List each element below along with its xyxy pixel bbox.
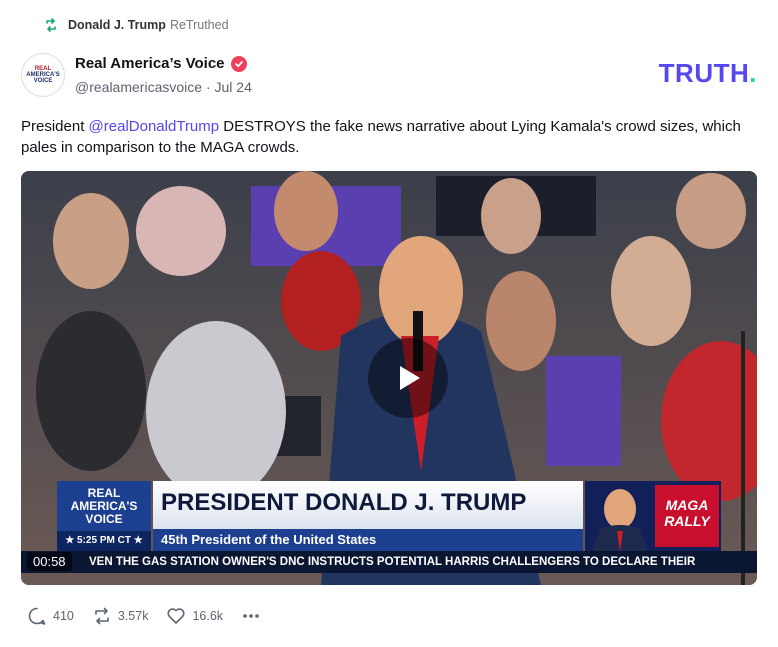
avatar-text-3: VOICE (33, 78, 53, 85)
logo-text: TRUTH (658, 58, 750, 88)
reply-count: 410 (53, 609, 74, 623)
verified-icon (230, 55, 247, 72)
more-options-icon (241, 606, 261, 626)
author-handle-date: @realamericasvoice · Jul 24 (75, 79, 252, 95)
video-player[interactable]: REAL AMERICA'S VOICE ★ 5:25 PM CT ★ PRES… (21, 171, 757, 585)
inset-maga-rally: MAGA RALLY (655, 485, 719, 547)
like-button[interactable]: 16.6k (166, 606, 223, 626)
inset-text-2: RALLY (664, 513, 710, 529)
lower-third-title-box: PRESIDENT DONALD J. TRUMP (153, 481, 583, 529)
post-date[interactable]: Jul 24 (215, 79, 252, 95)
retruth-header: Donald J. Trump ReTruthed (44, 18, 229, 32)
post-text-before: President (21, 118, 89, 135)
video-duration: 00:58 (27, 552, 72, 571)
action-bar: 410 3.57k 16.6k (27, 606, 279, 626)
logo-dot: . (749, 58, 757, 88)
more-options-button[interactable] (241, 606, 261, 626)
lower-third-time: ★ 5:25 PM CT ★ (57, 531, 151, 551)
like-count: 16.6k (192, 609, 224, 623)
news-ticker: VEN THE GAS STATION OWNER'S DNC INSTRUCT… (21, 551, 757, 573)
play-button[interactable] (368, 338, 448, 418)
lower-third-inset: MAGA RALLY (585, 481, 721, 551)
lower-third-logo-3: VOICE (85, 512, 123, 526)
ticker-text: VEN THE GAS STATION OWNER'S DNC INSTRUCT… (89, 556, 696, 568)
reply-button[interactable]: 410 (27, 606, 74, 626)
retruth-icon (44, 18, 58, 32)
retruth-button[interactable]: 3.57k (92, 606, 149, 626)
lower-third-logo: REAL AMERICA'S VOICE ★ 5:25 PM CT ★ (57, 481, 151, 551)
retruth-action-icon (92, 606, 112, 626)
lower-third: REAL AMERICA'S VOICE ★ 5:25 PM CT ★ PRES… (57, 481, 721, 551)
author-handle[interactable]: @realamericasvoice (75, 79, 202, 95)
author-name[interactable]: Real America’s Voice (75, 55, 225, 72)
mention-link[interactable]: @realDonaldTrump (89, 118, 220, 135)
reply-icon (27, 606, 47, 626)
lower-third-subtitle: 45th President of the United States (153, 529, 583, 551)
truth-logo[interactable]: TRUTH. (659, 58, 757, 89)
lower-third-title: PRESIDENT DONALD J. TRUMP (161, 489, 527, 516)
retruth-label: ReTruthed (169, 18, 229, 32)
post-text: President @realDonaldTrump DESTROYS the … (21, 116, 751, 158)
inset-text-1: MAGA (665, 497, 709, 513)
retruth-user-link[interactable]: Donald J. Trump (68, 18, 166, 32)
heart-icon (166, 606, 186, 626)
play-icon (391, 361, 425, 395)
avatar[interactable]: REAL AMERICA'S VOICE (21, 53, 65, 97)
retruth-count: 3.57k (117, 609, 149, 623)
